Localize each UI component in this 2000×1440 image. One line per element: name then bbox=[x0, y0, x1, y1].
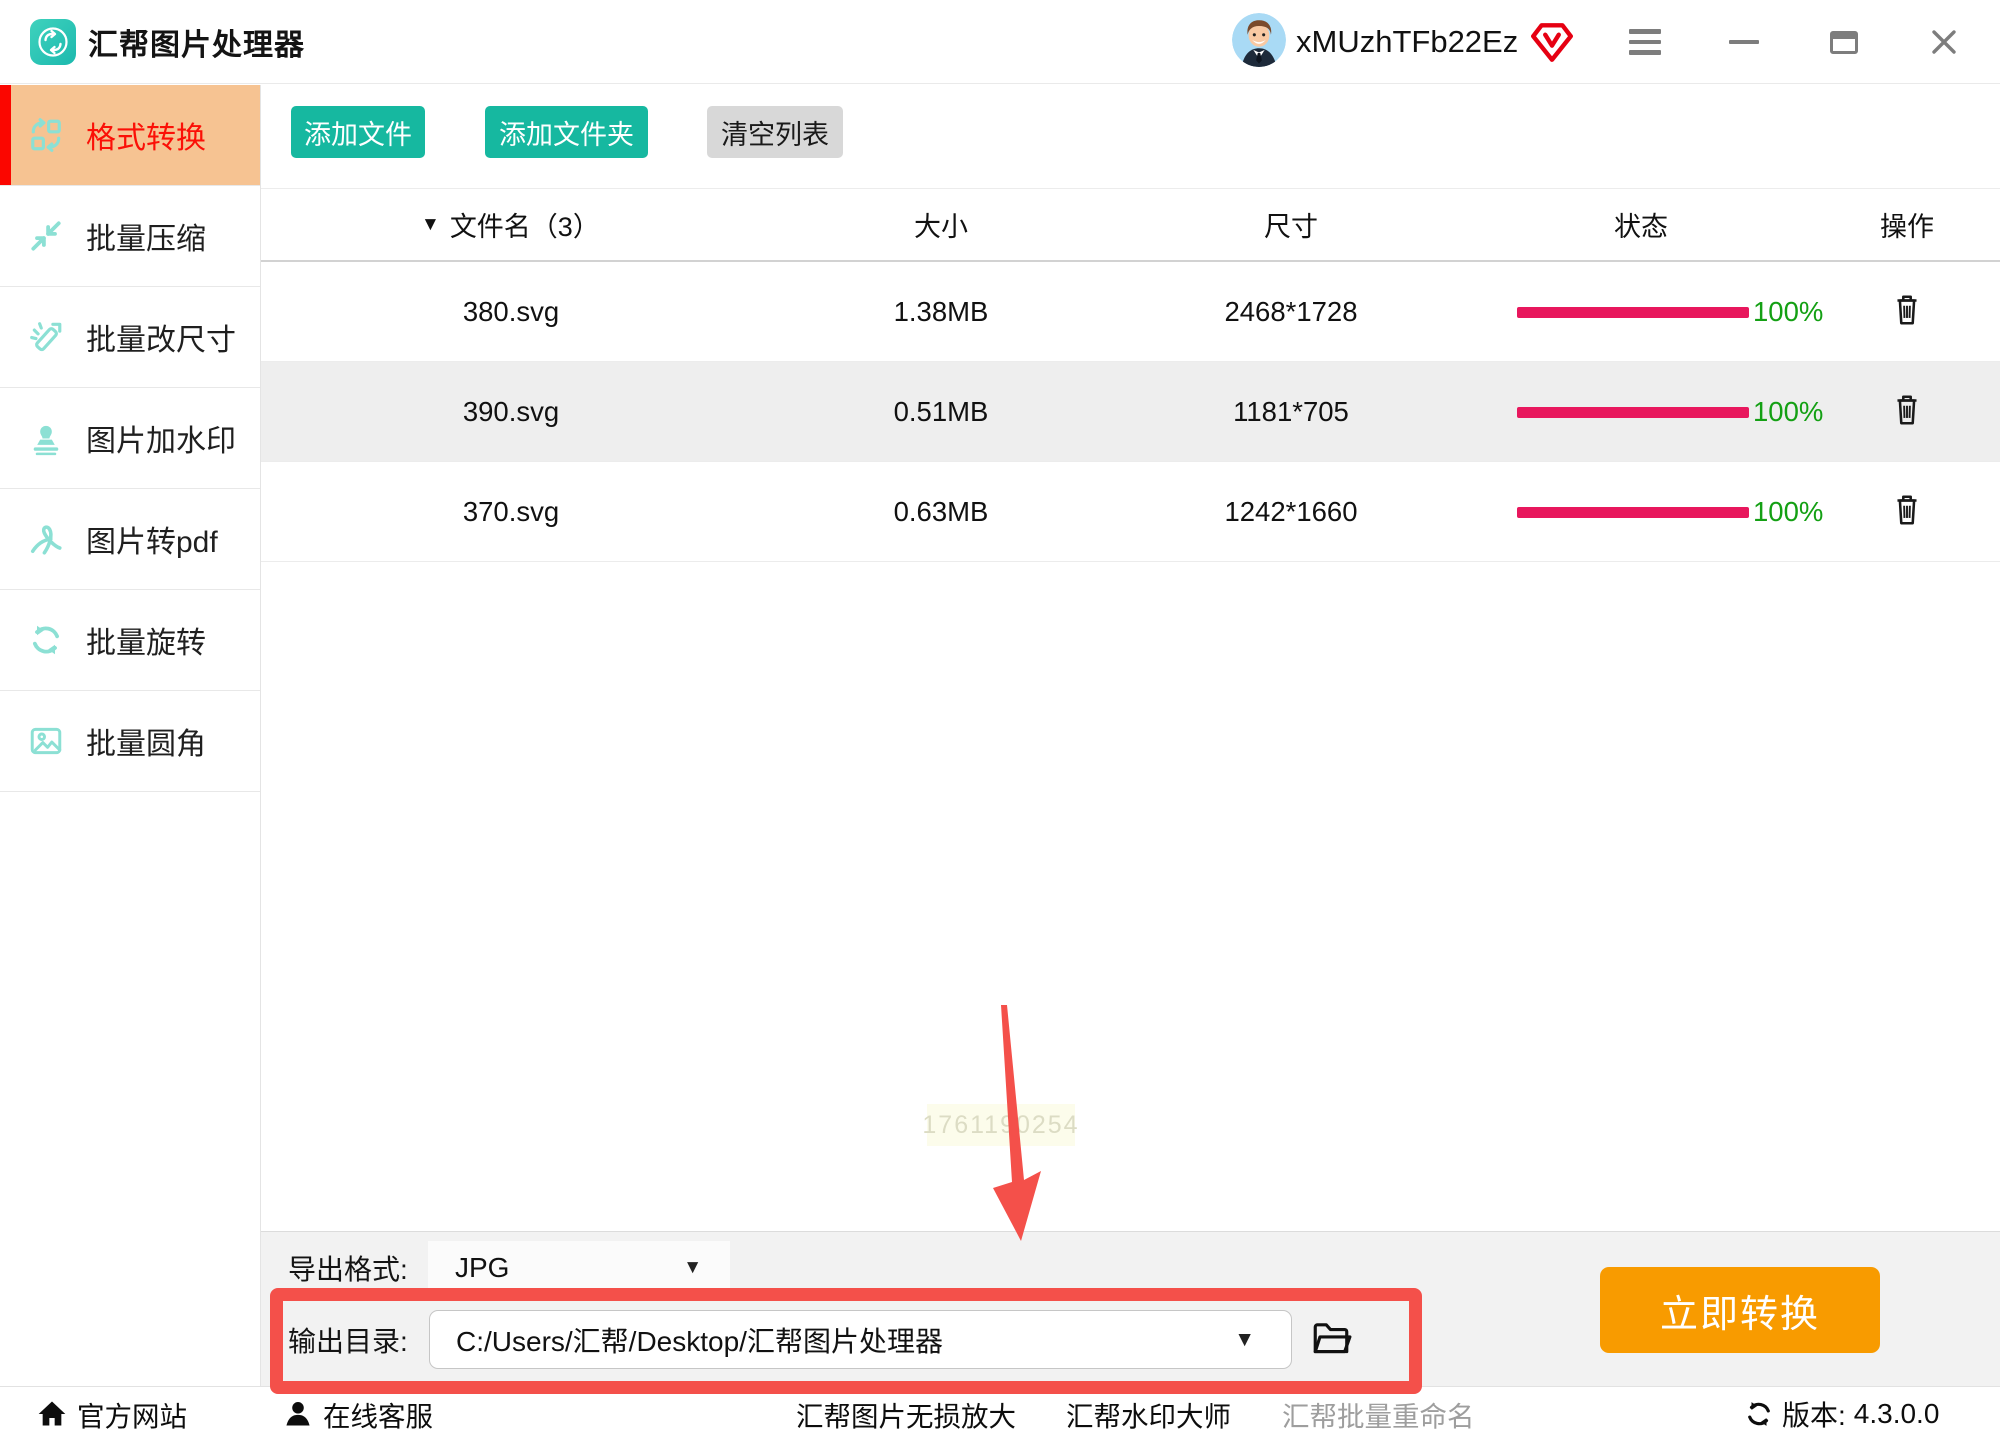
user-avatar[interactable] bbox=[1232, 13, 1286, 67]
sidebar-item-watermark[interactable]: 图片加水印 bbox=[0, 388, 260, 489]
trash-icon bbox=[1889, 392, 1925, 428]
hamburger-icon bbox=[1629, 29, 1661, 55]
file-size: 0.51MB bbox=[791, 362, 1091, 461]
sort-desc-icon: ▼ bbox=[421, 214, 440, 236]
folder-icon bbox=[1310, 1318, 1352, 1360]
add-folder-button[interactable]: 添加文件夹 bbox=[485, 106, 648, 158]
watermark-stamp-icon bbox=[28, 420, 64, 456]
delete-row-button[interactable] bbox=[1887, 492, 1927, 532]
sidebar: 格式转换 批量压缩 批量改尺寸 bbox=[0, 85, 261, 1386]
vip-badge-icon[interactable] bbox=[1528, 18, 1576, 66]
title-bar: 汇帮图片处理器 xMUzhTFb22Ez bbox=[0, 0, 2000, 84]
browse-folder-button[interactable] bbox=[1309, 1318, 1353, 1362]
close-button[interactable] bbox=[1914, 0, 1974, 84]
chevron-down-icon: ▼ bbox=[1234, 1311, 1255, 1368]
delete-row-button[interactable] bbox=[1887, 292, 1927, 332]
batch-resize-icon bbox=[28, 319, 64, 355]
export-format-value: JPG bbox=[455, 1241, 509, 1294]
file-dimensions: 2468*1728 bbox=[1141, 262, 1441, 361]
minimize-icon bbox=[1729, 40, 1759, 45]
version-label: 版本: bbox=[1782, 1394, 1846, 1434]
footer-link-batch-rename[interactable]: 汇帮批量重命名 bbox=[1282, 1387, 1475, 1440]
sidebar-item-batch-rotate[interactable]: 批量旋转 bbox=[0, 590, 260, 691]
progress-bar bbox=[1517, 507, 1749, 518]
file-size: 1.38MB bbox=[791, 262, 1091, 361]
export-panel: 导出格式: JPG ▼ 输出目录: C:/Users/汇帮/Desktop/汇帮… bbox=[261, 1231, 2000, 1386]
sidebar-item-label: 批量旋转 bbox=[86, 618, 206, 662]
output-dir-path: C:/Users/汇帮/Desktop/汇帮图片处理器 bbox=[456, 1311, 943, 1368]
footer-link-online-service[interactable]: 在线客服 bbox=[282, 1387, 433, 1440]
app-window: 汇帮图片处理器 xMUzhTFb22Ez bbox=[0, 0, 2000, 1440]
chevron-down-icon: ▼ bbox=[683, 1241, 702, 1294]
table-row: 380.svg 1.38MB 2468*1728 100% bbox=[261, 262, 2000, 362]
export-format-label: 导出格式: bbox=[288, 1241, 408, 1294]
footer-link-watermark-master[interactable]: 汇帮水印大师 bbox=[1066, 1387, 1231, 1440]
customer-service-icon bbox=[282, 1398, 314, 1430]
file-size: 0.63MB bbox=[791, 462, 1091, 561]
column-header-size: 大小 bbox=[791, 189, 1091, 260]
sidebar-item-label: 图片加水印 bbox=[86, 416, 236, 460]
add-file-button[interactable]: 添加文件 bbox=[291, 106, 425, 158]
rounded-corner-image-icon bbox=[28, 723, 64, 759]
footer-bar: 官方网站 在线客服 汇帮图片无损放大 汇帮水印大师 汇帮批量重命名 版本: bbox=[0, 1386, 2000, 1440]
delete-row-button[interactable] bbox=[1887, 392, 1927, 432]
table-header: ▼ 文件名（3） 大小 尺寸 状态 操作 bbox=[261, 189, 2000, 262]
sidebar-item-batch-rounded[interactable]: 批量圆角 bbox=[0, 691, 260, 792]
sidebar-item-format-convert[interactable]: 格式转换 bbox=[0, 85, 260, 186]
pdf-icon bbox=[28, 521, 64, 557]
column-header-status: 状态 bbox=[1551, 189, 1731, 260]
trash-icon bbox=[1889, 292, 1925, 328]
app-logo-icon bbox=[30, 19, 76, 65]
progress-percent: 100% bbox=[1753, 462, 1823, 561]
file-name: 370.svg bbox=[341, 462, 681, 561]
clear-list-button[interactable]: 清空列表 bbox=[707, 106, 843, 158]
file-dimensions: 1181*705 bbox=[1141, 362, 1441, 461]
footer-link-official-site[interactable]: 官方网站 bbox=[36, 1387, 187, 1440]
column-header-action: 操作 bbox=[1847, 189, 1967, 260]
table-row: 370.svg 0.63MB 1242*1660 100% bbox=[261, 462, 2000, 562]
menu-button[interactable] bbox=[1615, 0, 1675, 84]
progress-bar bbox=[1517, 407, 1749, 418]
sidebar-item-label: 图片转pdf bbox=[86, 517, 218, 561]
maximize-icon bbox=[1830, 31, 1858, 54]
version-info: 版本: 4.3.0.0 bbox=[1744, 1387, 1939, 1440]
column-header-filename[interactable]: ▼ 文件名（3） bbox=[421, 189, 761, 260]
trash-icon bbox=[1889, 492, 1925, 528]
column-header-dimensions: 尺寸 bbox=[1141, 189, 1441, 260]
app-title: 汇帮图片处理器 bbox=[88, 0, 305, 84]
progress-bar bbox=[1517, 307, 1749, 318]
file-name: 390.svg bbox=[341, 362, 681, 461]
sidebar-item-label: 批量圆角 bbox=[86, 719, 206, 763]
output-dir-label: 输出目录: bbox=[288, 1310, 408, 1369]
sidebar-item-label: 批量改尺寸 bbox=[86, 315, 236, 359]
progress-percent: 100% bbox=[1753, 362, 1823, 461]
update-refresh-icon bbox=[1744, 1399, 1774, 1429]
sidebar-item-image-to-pdf[interactable]: 图片转pdf bbox=[0, 489, 260, 590]
file-name: 380.svg bbox=[341, 262, 681, 361]
convert-now-button[interactable]: 立即转换 bbox=[1600, 1267, 1880, 1353]
minimize-button[interactable] bbox=[1714, 0, 1774, 84]
output-dir-combobox[interactable]: C:/Users/汇帮/Desktop/汇帮图片处理器 ▼ bbox=[429, 1310, 1292, 1369]
file-dimensions: 1242*1660 bbox=[1141, 462, 1441, 561]
sidebar-item-label: 格式转换 bbox=[86, 113, 206, 157]
progress-percent: 100% bbox=[1753, 262, 1823, 361]
sidebar-item-batch-resize[interactable]: 批量改尺寸 bbox=[0, 287, 260, 388]
sidebar-item-batch-compress[interactable]: 批量压缩 bbox=[0, 186, 260, 287]
version-value: 4.3.0.0 bbox=[1854, 1398, 1940, 1430]
close-icon bbox=[1930, 28, 1958, 56]
trial-watermark: 1761190254 bbox=[927, 1104, 1075, 1146]
footer-link-lossless-enlarge[interactable]: 汇帮图片无损放大 bbox=[796, 1387, 1016, 1440]
username[interactable]: xMUzhTFb22Ez bbox=[1296, 0, 1518, 84]
batch-compress-icon bbox=[28, 218, 64, 254]
sidebar-item-label: 批量压缩 bbox=[86, 214, 206, 258]
export-format-select[interactable]: JPG ▼ bbox=[428, 1241, 730, 1294]
format-convert-icon bbox=[28, 117, 64, 153]
maximize-button[interactable] bbox=[1814, 0, 1874, 84]
table-row: 390.svg 0.51MB 1181*705 100% bbox=[261, 362, 2000, 462]
batch-rotate-icon bbox=[28, 622, 64, 658]
home-icon bbox=[36, 1398, 68, 1430]
